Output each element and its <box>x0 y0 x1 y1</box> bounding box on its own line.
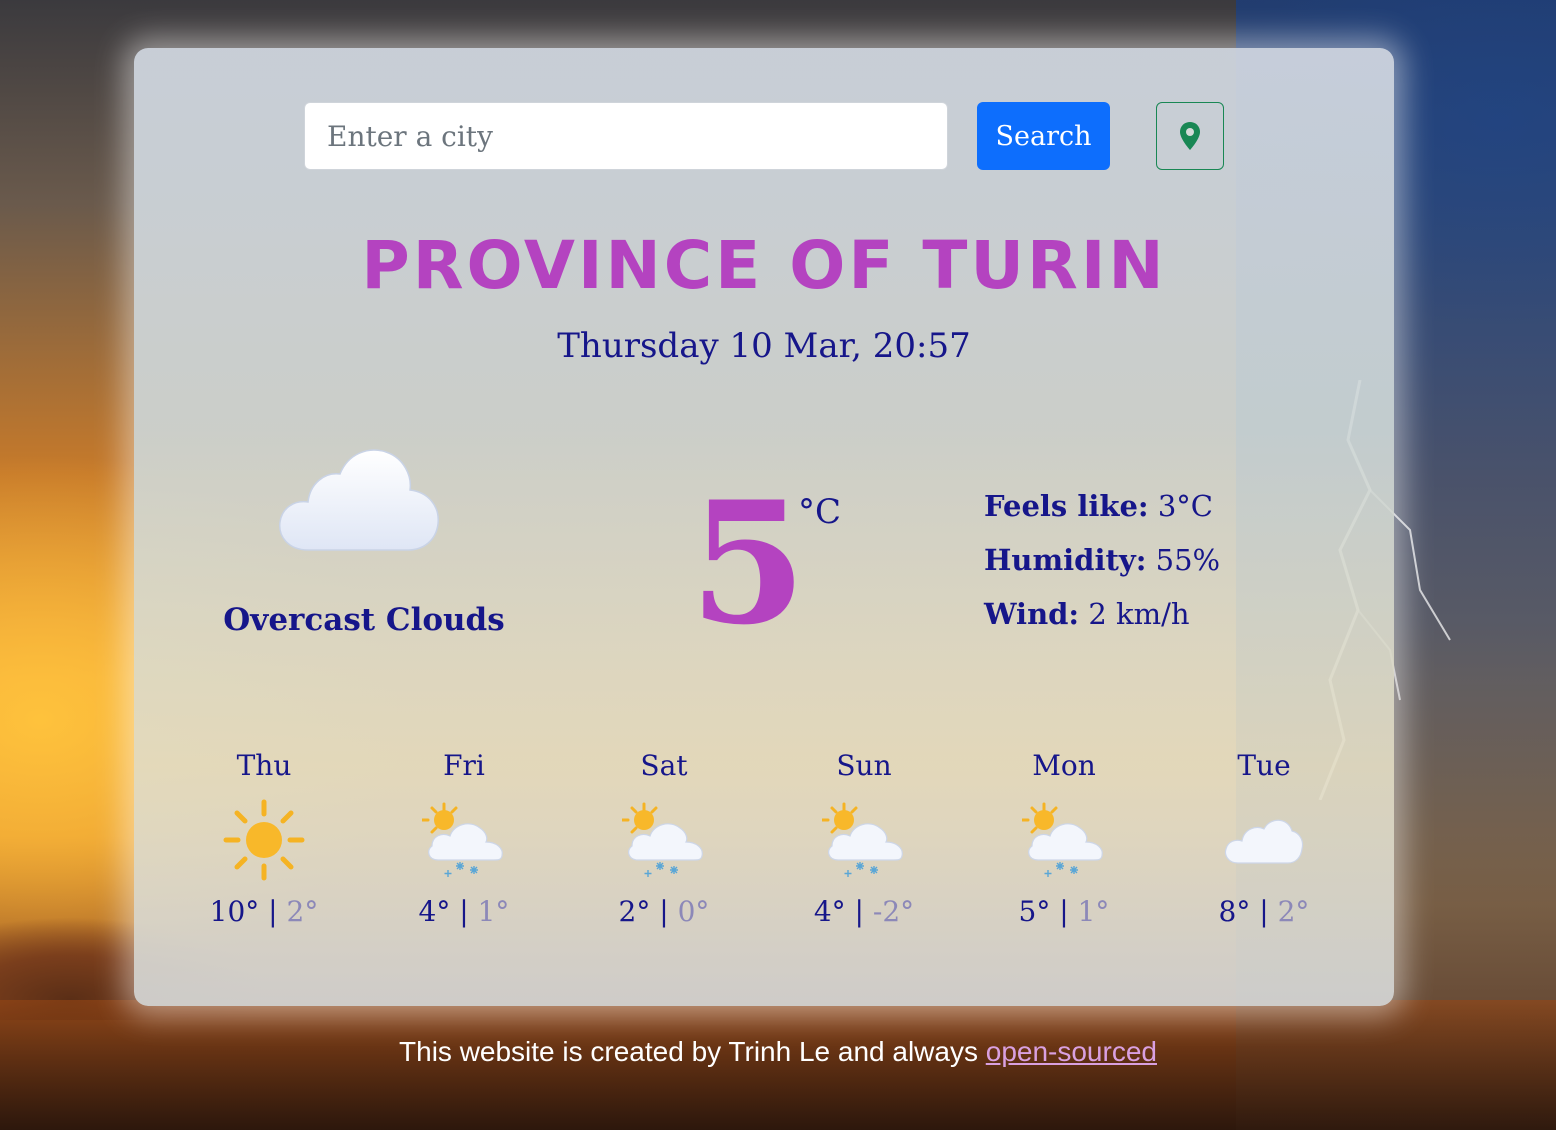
site-footer: This website is created by Trinh Le and … <box>0 1036 1556 1068</box>
forecast-temps: 2° | 0° <box>618 895 710 928</box>
forecast-max-temp: 4° <box>418 895 451 928</box>
temperature-unit-toggle[interactable]: °C <box>798 492 841 532</box>
forecast-max-temp: 8° <box>1218 895 1251 928</box>
sun-cloud-snow-icon <box>964 794 1164 886</box>
forecast-day: Fri 4° | 1° <box>364 748 564 948</box>
forecast-day: Sat 2° | 0° <box>564 748 764 948</box>
humidity-row: Humidity: 55% <box>984 540 1344 594</box>
search-button[interactable]: Search <box>977 102 1110 170</box>
city-search-input[interactable] <box>304 102 948 170</box>
forecast-min-temp: 0° <box>677 895 710 928</box>
cloud-icon <box>1164 794 1364 886</box>
forecast-day: Sun 4° | -2° <box>764 748 964 948</box>
sun-icon <box>164 794 364 886</box>
forecast-min-temp: 1° <box>477 895 510 928</box>
feels-like-value: 3°C <box>1157 489 1213 523</box>
forecast-day-name: Sun <box>836 749 892 782</box>
forecast-temps: 4° | -2° <box>813 895 915 928</box>
forecast-min-temp: -2° <box>872 895 915 928</box>
cloud-icon <box>279 449 439 551</box>
forecast-max-temp: 2° <box>618 895 651 928</box>
current-datetime: Thursday 10 Mar, 20:57 <box>557 326 971 366</box>
weather-card: Search PROVINCE OF TURIN Thursday 10 Mar… <box>134 48 1394 1006</box>
forecast-min-temp: 1° <box>1077 895 1110 928</box>
forecast-day: Tue 8° | 2° <box>1164 748 1364 948</box>
forecast-day: Thu 10° | 2° <box>164 748 364 948</box>
weather-description: Overcast Clouds <box>223 602 505 638</box>
humidity-value: 55% <box>1155 543 1221 577</box>
feels-like-row: Feels like: 3°C <box>984 486 1344 540</box>
current-temperature: 5 <box>689 464 807 662</box>
forecast-list: Thu 10° | 2° Fri 4° | 1° Sat 2° | 0° Sun… <box>164 748 1364 948</box>
footer-text: This website is created by Trinh Le and … <box>399 1036 986 1067</box>
feels-like-label: Feels like: <box>984 489 1149 523</box>
forecast-min-temp: 2° <box>1277 895 1310 928</box>
forecast-day-name: Thu <box>236 749 292 782</box>
sun-cloud-snow-icon <box>564 794 764 886</box>
forecast-day-name: Sat <box>640 749 688 782</box>
forecast-day-name: Mon <box>1032 749 1096 782</box>
open-source-link[interactable]: open-sourced <box>986 1036 1157 1067</box>
forecast-max-temp: 10° <box>209 895 260 928</box>
forecast-temps: 5° | 1° <box>1018 895 1110 928</box>
forecast-temps: 8° | 2° <box>1218 895 1310 928</box>
sun-cloud-snow-icon <box>364 794 564 886</box>
map-pin-icon <box>1180 122 1200 150</box>
forecast-max-temp: 4° <box>813 895 846 928</box>
forecast-day-name: Fri <box>443 749 485 782</box>
forecast-max-temp: 5° <box>1018 895 1051 928</box>
forecast-min-temp: 2° <box>286 895 319 928</box>
city-name: PROVINCE OF TURIN <box>361 227 1167 304</box>
humidity-label: Humidity: <box>984 543 1147 577</box>
forecast-temps: 4° | 1° <box>418 895 510 928</box>
wind-value: 2 km/h <box>1088 597 1190 631</box>
weather-details: Feels like: 3°C Humidity: 55% Wind: 2 km… <box>984 486 1344 648</box>
forecast-day: Mon 5° | 1° <box>964 748 1164 948</box>
wind-row: Wind: 2 km/h <box>984 594 1344 648</box>
current-location-button[interactable] <box>1156 102 1224 170</box>
sun-cloud-snow-icon <box>764 794 964 886</box>
wind-label: Wind: <box>984 597 1080 631</box>
forecast-temps: 10° | 2° <box>209 895 319 928</box>
forecast-day-name: Tue <box>1237 749 1291 782</box>
